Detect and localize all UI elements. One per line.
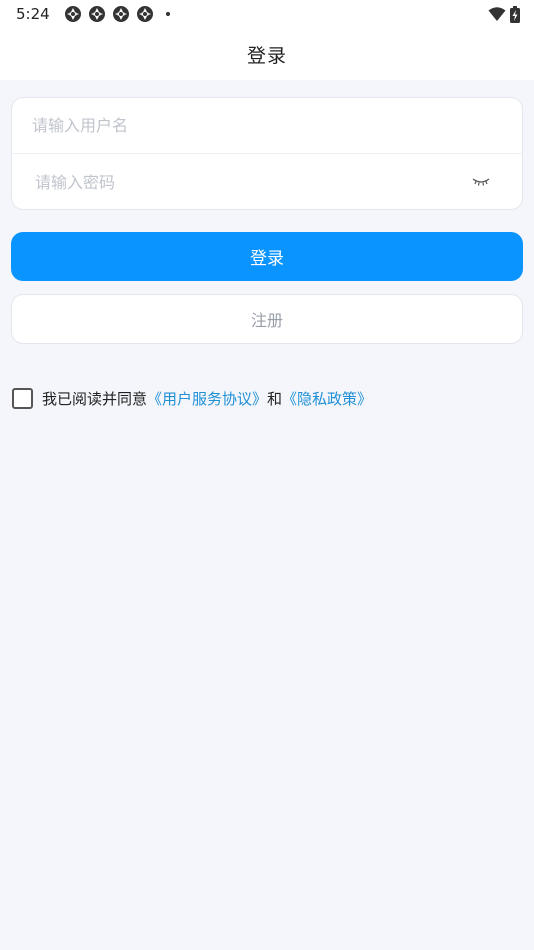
status-time: 5:24	[16, 5, 50, 23]
battery-charging-icon	[510, 5, 520, 23]
app-notification-icon	[88, 6, 105, 22]
login-screen: 5:24 登录 请输入用户名 登录 注册 我已阅读并同意 《用户服务协议》 和 …	[0, 0, 534, 950]
page-header: 登录	[0, 28, 534, 80]
register-button[interactable]: 注册	[11, 294, 523, 344]
password-field-row	[12, 154, 522, 210]
app-notification-icon	[112, 6, 129, 22]
login-button[interactable]: 登录	[11, 232, 523, 281]
notification-icons	[64, 5, 170, 23]
eye-closed-icon[interactable]	[472, 172, 490, 190]
agreement-checkbox[interactable]	[12, 387, 33, 409]
status-bar: 5:24	[0, 0, 534, 28]
agreement-conjunction: 和	[267, 389, 283, 408]
agreement-prefix: 我已阅读并同意	[42, 389, 148, 408]
username-input[interactable]	[32, 116, 502, 135]
password-input[interactable]	[35, 172, 502, 192]
wifi-icon	[488, 7, 506, 21]
page-title: 登录	[246, 44, 287, 67]
app-notification-icon	[64, 6, 81, 22]
app-notification-icon	[136, 6, 153, 22]
status-indicators	[488, 5, 520, 23]
agreement-row: 我已阅读并同意 《用户服务协议》 和 《隐私政策》	[12, 387, 372, 409]
terms-of-service-link[interactable]: 《用户服务协议》	[147, 388, 267, 409]
more-notifications-dot	[165, 12, 170, 16]
privacy-policy-link[interactable]: 《隐私政策》	[282, 388, 372, 409]
username-field-row	[12, 98, 522, 154]
login-form-card	[11, 97, 523, 210]
